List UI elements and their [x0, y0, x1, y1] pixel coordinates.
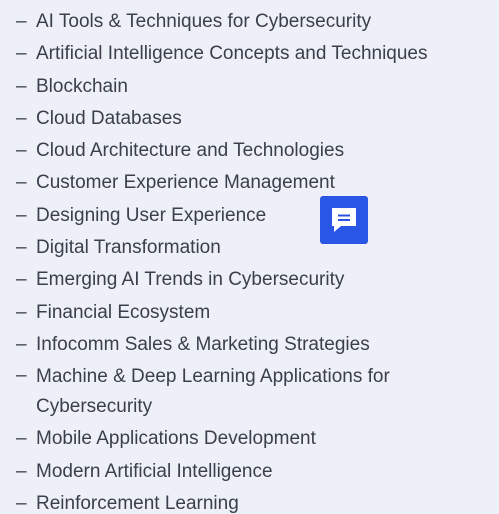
bullet-dash: –	[16, 43, 27, 65]
list-item-label: Machine & Deep Learning Applications for…	[36, 366, 390, 418]
bullet-dash: –	[16, 460, 27, 482]
list-item: – Blockchain	[16, 71, 496, 103]
list-item: – Cloud Architecture and Technologies	[16, 135, 496, 167]
chat-message-icon	[329, 205, 359, 235]
bullet-dash: –	[16, 75, 27, 97]
list-item: – Artificial Intelligence Concepts and Te…	[16, 38, 496, 70]
bullet-dash: –	[16, 492, 27, 514]
list-item: – Emerging AI Trends in Cybersecurity	[16, 264, 496, 296]
course-list: – AI Tools & Techniques for Cybersecurity…	[16, 6, 496, 514]
list-item-label: Financial Ecosystem	[36, 301, 211, 323]
list-item: – Modern Artificial Intelligence	[16, 456, 496, 488]
bullet-dash: –	[16, 269, 27, 291]
list-item: – Designing User Experience	[16, 200, 496, 232]
list-item-label: Emerging AI Trends in Cybersecurity	[36, 269, 345, 291]
list-item-label: AI Tools & Techniques for Cybersecurity	[36, 11, 372, 32]
list-item-label: Cloud Architecture and Technologies	[36, 140, 345, 162]
list-item: – Machine & Deep Learning Applications fo…	[16, 361, 476, 423]
bullet-dash: –	[16, 204, 27, 226]
list-item: – AI Tools & Techniques for Cybersecurity	[16, 6, 496, 38]
list-item-label: Infocomm Sales & Marketing Strategies	[36, 333, 370, 355]
list-item-label: Reinforcement Learning	[36, 492, 239, 514]
bullet-dash: –	[16, 333, 27, 355]
list-item-label: Digital Transformation	[36, 237, 221, 259]
list-item-label: Mobile Applications Development	[36, 428, 316, 450]
list-item-label: Designing User Experience	[36, 204, 267, 226]
bullet-dash: –	[16, 172, 27, 194]
list-item: – Customer Experience Management	[16, 167, 496, 199]
list-item-label: Customer Experience Management	[36, 172, 335, 194]
bullet-dash: –	[16, 428, 27, 450]
list-item: – Financial Ecosystem	[16, 297, 496, 329]
list-item: – Digital Transformation	[16, 232, 496, 264]
page: – AI Tools & Techniques for Cybersecurity…	[0, 0, 499, 514]
bullet-dash: –	[16, 365, 27, 387]
list-item: – Infocomm Sales & Marketing Strategies	[16, 329, 496, 361]
bullet-dash: –	[16, 301, 27, 323]
bullet-dash: –	[16, 140, 27, 162]
list-item-label: Cloud Databases	[36, 107, 182, 129]
list-item: – Cloud Databases	[16, 103, 496, 135]
list-item-label: Artificial Intelligence Concepts and Tec…	[36, 43, 428, 65]
bullet-dash: –	[16, 107, 27, 129]
bullet-dash: –	[16, 237, 27, 259]
list-item: – Reinforcement Learning	[16, 488, 496, 514]
list-item-label: Modern Artificial Intelligence	[36, 460, 273, 482]
list-item: – Mobile Applications Development	[16, 423, 496, 455]
bullet-dash: –	[16, 11, 27, 32]
chat-button[interactable]	[320, 196, 368, 244]
list-item-label: Blockchain	[36, 75, 128, 97]
